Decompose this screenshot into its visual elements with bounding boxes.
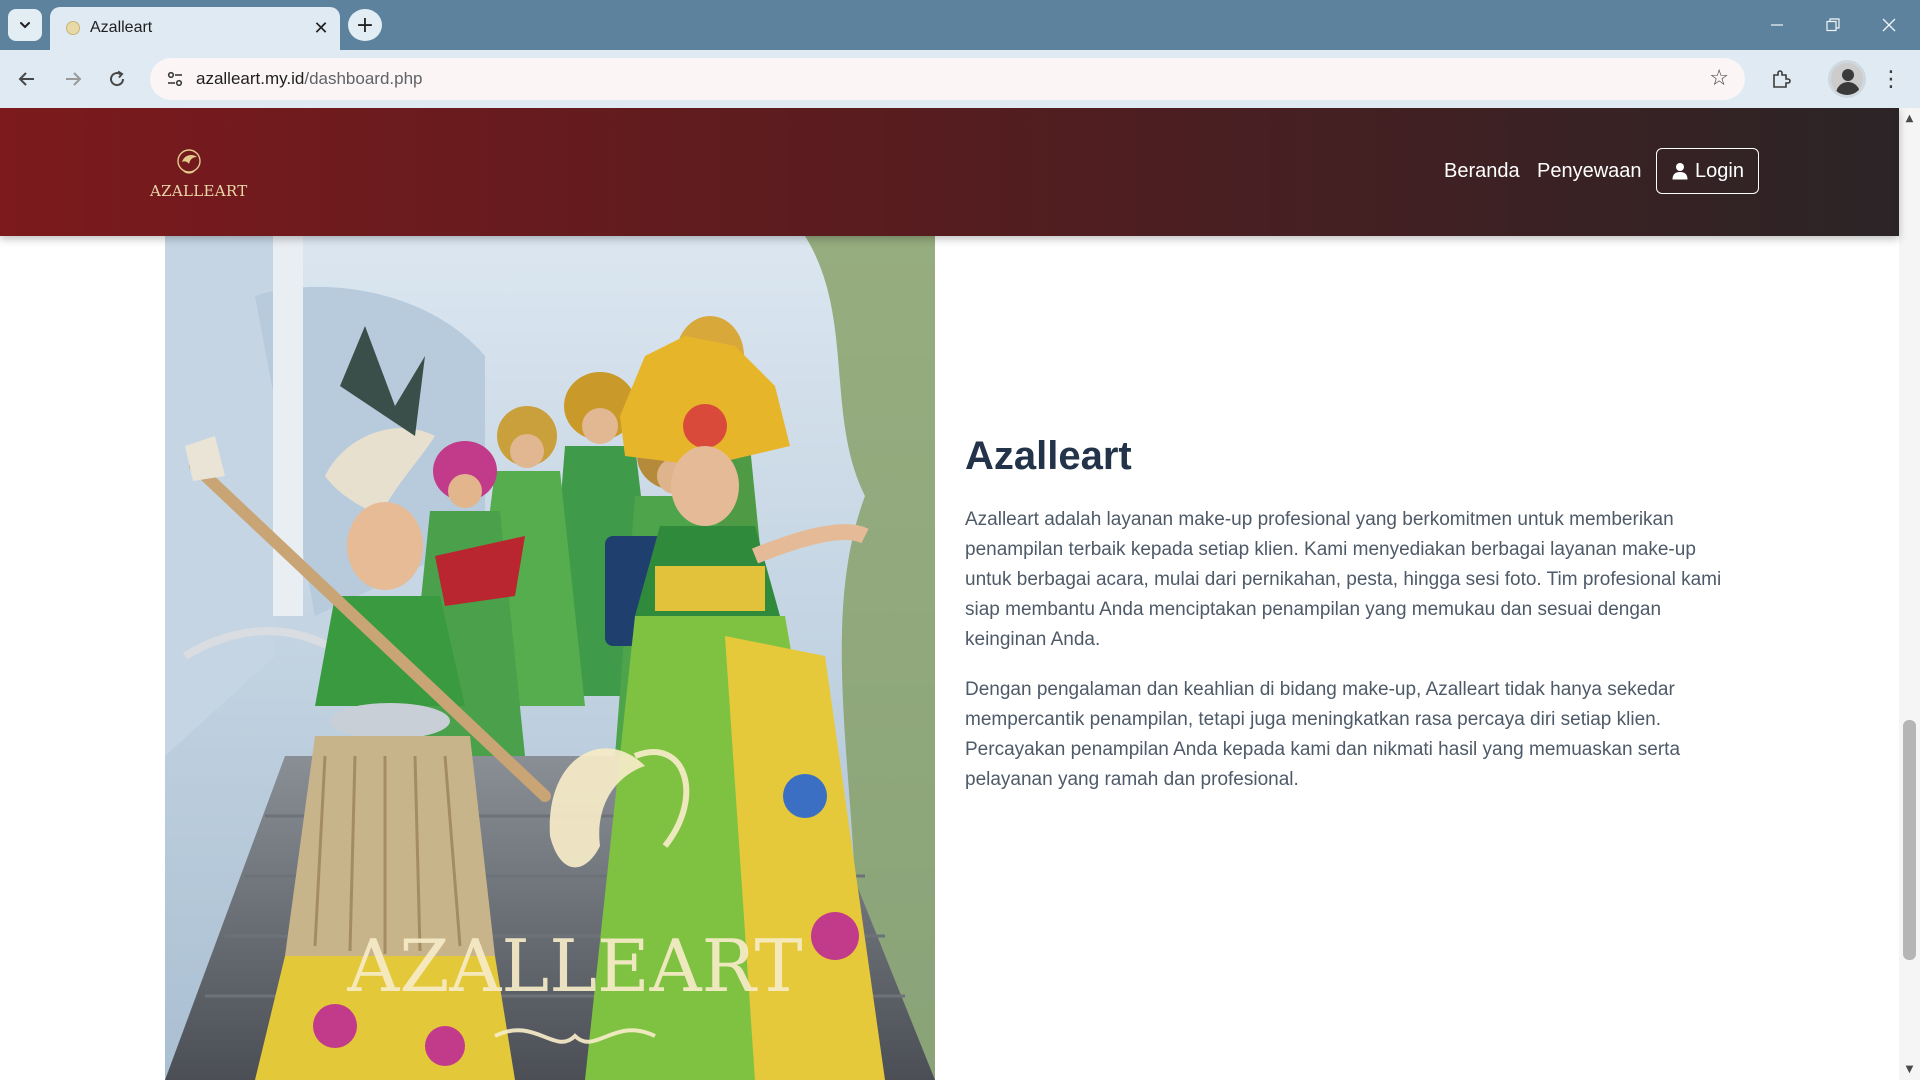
nav-link-penyewaan[interactable]: Penyewaan: [1537, 160, 1642, 183]
about-title: Azalleart: [965, 434, 1132, 478]
url-text: azalleart.my.id/dashboard.php: [196, 69, 423, 89]
site-info-icon[interactable]: [162, 66, 188, 92]
browser-toolbar: azalleart.my.id/dashboard.php ☆ ⋮: [0, 50, 1920, 108]
page-viewport: AZALLEART Beranda Penyewaan Login AZALLE…: [0, 108, 1920, 1080]
avatar-body: [1836, 82, 1860, 95]
favicon-icon: [66, 21, 80, 35]
avatar-head: [1842, 69, 1854, 81]
back-button[interactable]: [10, 63, 44, 95]
forward-button[interactable]: [56, 63, 90, 95]
brand-logo[interactable]: AZALLEART: [150, 146, 248, 204]
extensions-button[interactable]: [1764, 63, 1798, 95]
site-navbar: AZALLEART Beranda Penyewaan Login: [0, 108, 1899, 236]
close-icon: [1882, 18, 1896, 32]
hero-illustration: AZALLEART: [165, 236, 935, 1080]
hero-watermark: AZALLEART: [346, 924, 802, 1008]
scroll-thumb[interactable]: [1903, 720, 1916, 960]
user-icon: [1672, 163, 1688, 180]
restore-button[interactable]: [1805, 0, 1861, 50]
reload-icon: [110, 70, 125, 87]
minimize-icon: [1771, 24, 1783, 26]
hero-photo: AZALLEART: [165, 236, 935, 1080]
scroll-down-arrow-icon[interactable]: ▼: [1904, 1064, 1915, 1075]
arrow-left-icon: [18, 72, 34, 86]
new-tab-button[interactable]: +: [348, 9, 382, 41]
brand-name: AZALLEART: [150, 182, 248, 200]
close-window-button[interactable]: [1861, 0, 1917, 50]
about-paragraph-1: Azalleart adalah layanan make-up profesi…: [965, 509, 1722, 650]
tab-title: Azalleart: [90, 19, 153, 36]
browser-tab[interactable]: Azalleart ✕: [50, 7, 340, 50]
url-host: azalleart.my.id: [196, 69, 305, 88]
close-tab-icon[interactable]: ✕: [310, 17, 332, 39]
chevron-down-icon: [20, 22, 30, 29]
page-scrollbar[interactable]: ▲ ▼: [1899, 108, 1920, 1080]
scroll-up-arrow-icon[interactable]: ▲: [1904, 113, 1915, 124]
reload-button[interactable]: [100, 63, 134, 95]
profile-avatar[interactable]: [1828, 60, 1866, 98]
nav-link-beranda[interactable]: Beranda: [1444, 160, 1520, 183]
logo-emblem-icon: [177, 149, 201, 174]
minimize-button[interactable]: [1749, 0, 1805, 50]
bookmark-star-icon[interactable]: ☆: [1709, 66, 1729, 91]
about-paragraph-2: Dengan pengalaman dan keahlian di bidang…: [965, 679, 1681, 790]
url-path: /dashboard.php: [304, 69, 423, 88]
login-label: Login: [1695, 159, 1744, 182]
restore-icon: [1826, 18, 1840, 32]
arrow-right-icon: [66, 72, 82, 86]
address-bar[interactable]: azalleart.my.id/dashboard.php ☆: [150, 58, 1745, 100]
browser-tab-strip: Azalleart ✕ +: [0, 0, 1920, 50]
browser-menu-icon[interactable]: ⋮: [1876, 63, 1906, 95]
about-section: Azalleart Azalleart adalah layanan make-…: [965, 434, 1740, 815]
tab-search-button[interactable]: [8, 9, 42, 41]
puzzle-icon: [1773, 70, 1791, 88]
login-button[interactable]: Login: [1656, 148, 1759, 194]
